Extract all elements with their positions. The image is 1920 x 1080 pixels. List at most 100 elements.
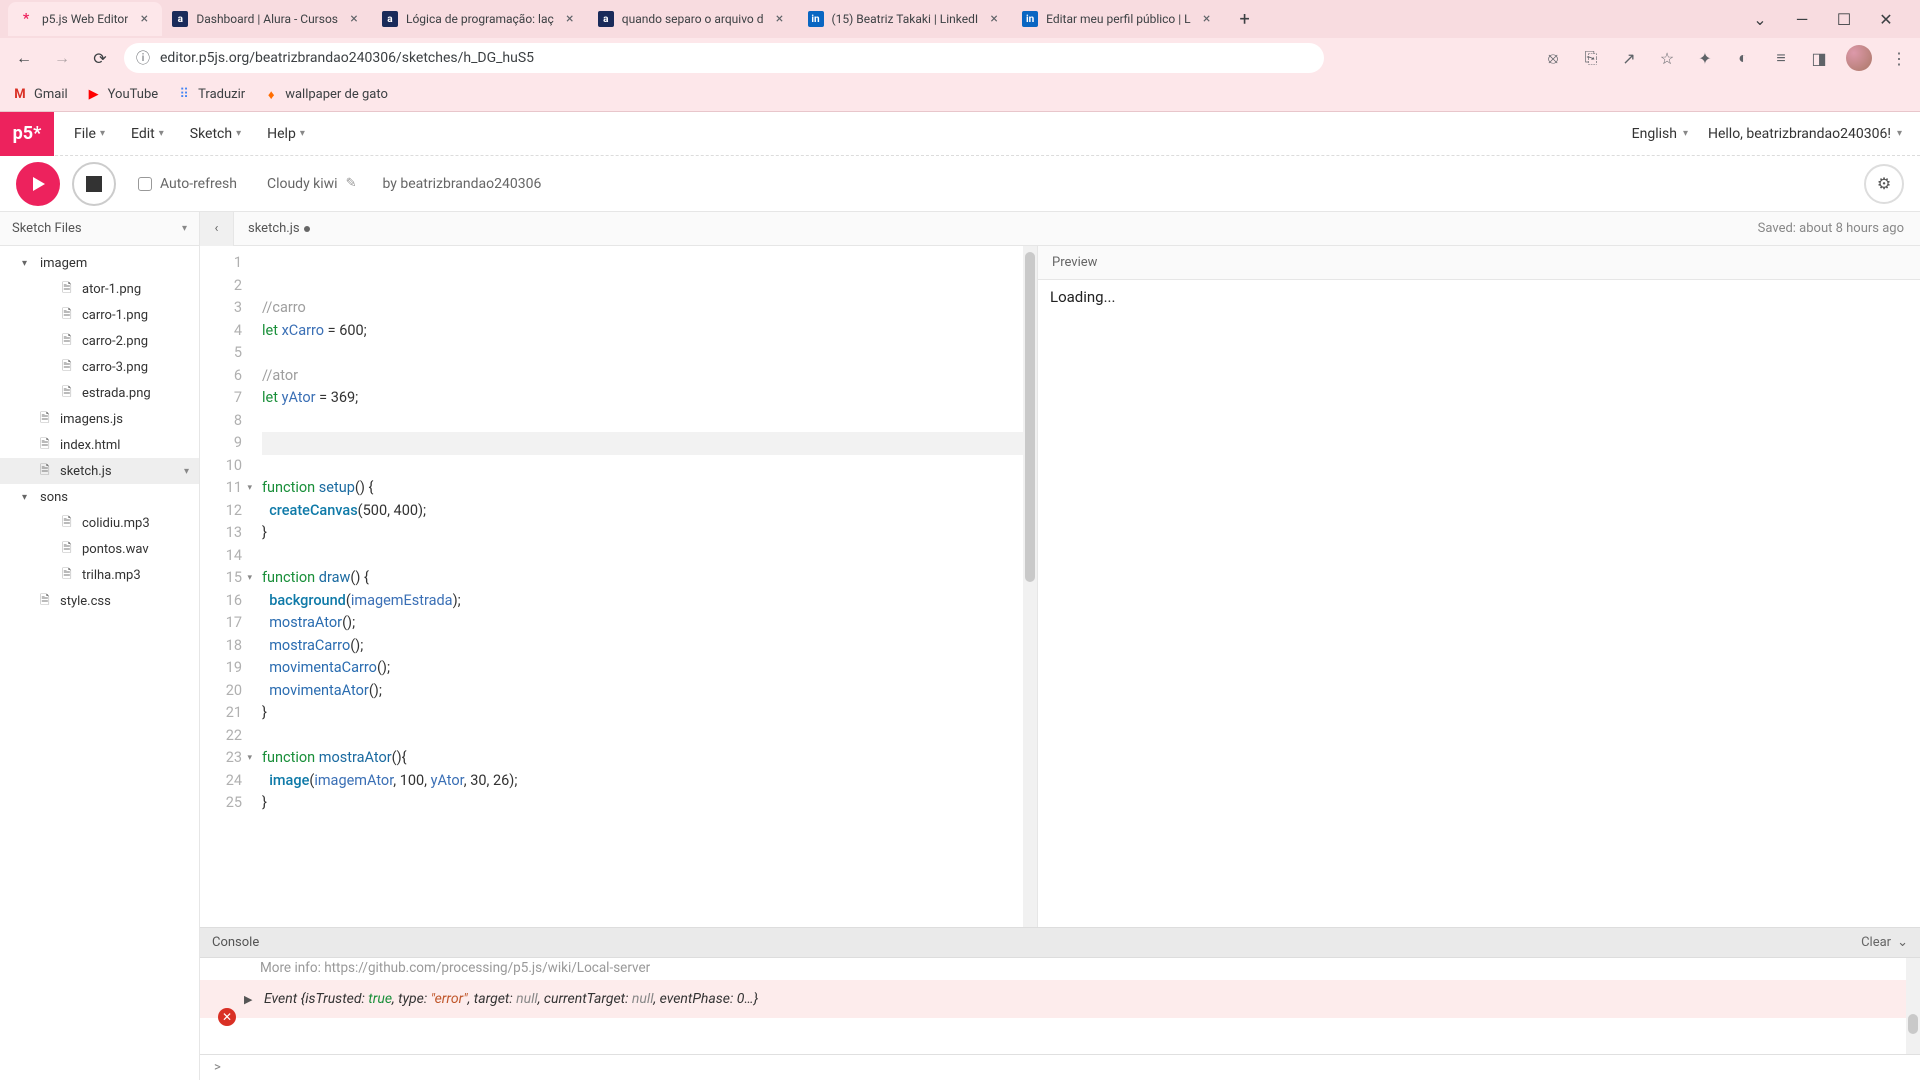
bookmark-item[interactable]: ⠿Traduzir xyxy=(176,87,245,103)
back-button[interactable]: ← xyxy=(10,44,38,72)
maximize-icon[interactable]: ☐ xyxy=(1832,7,1856,31)
close-window-icon[interactable]: ✕ xyxy=(1874,7,1898,31)
close-tab-icon[interactable]: × xyxy=(136,11,152,27)
menu-file[interactable]: File▾ xyxy=(68,122,111,146)
console-header: Console Clear ⌄ xyxy=(200,928,1920,958)
extension-pin-icon[interactable]: ◐ xyxy=(1732,47,1754,69)
console-scrollbar[interactable] xyxy=(1906,958,1920,1054)
kebab-menu-icon[interactable]: ⋮ xyxy=(1888,47,1910,69)
scrollbar-thumb[interactable] xyxy=(1908,1014,1918,1034)
file-row[interactable]: 🗎ator-1.png xyxy=(0,276,199,302)
file-row[interactable]: 🗎 imagens.js xyxy=(0,406,199,432)
bookmark-bar: MGmail ▶YouTube ⠿Traduzir ♦wallpaper de gat… xyxy=(0,78,1920,112)
preview-header: Preview xyxy=(1038,246,1920,280)
settings-button[interactable]: ⚙ xyxy=(1864,164,1904,204)
sidebar-header[interactable]: Sketch Files ▾ xyxy=(0,212,199,246)
gear-icon: ⚙ xyxy=(1877,174,1891,193)
p5-logo[interactable]: p5* xyxy=(0,112,54,156)
side-panel-icon[interactable]: ◨ xyxy=(1808,47,1830,69)
chevron-down-icon[interactable]: ⌄ xyxy=(1748,7,1772,31)
url-field[interactable]: ⓘ editor.p5js.org/beatrizbrandao240306/s… xyxy=(124,43,1324,73)
editor-tab[interactable]: sketch.js xyxy=(234,221,324,236)
console-prompt: > xyxy=(214,1060,221,1075)
browser-tab[interactable]: a quando separo o arquivo d × xyxy=(588,2,798,36)
file-row[interactable]: 🗎trilha.mp3 xyxy=(0,562,199,588)
browser-tab[interactable]: a Dashboard | Alura - Cursos × xyxy=(162,2,372,36)
preview-title: Preview xyxy=(1052,255,1097,270)
scrollbar-thumb[interactable] xyxy=(1025,252,1035,582)
new-tab-button[interactable]: + xyxy=(1231,5,1259,33)
play-button[interactable] xyxy=(16,162,60,206)
file-row[interactable]: 🗎sketch.js▾ xyxy=(0,458,199,484)
file-icon: 🗎 xyxy=(62,565,76,586)
profile-avatar[interactable] xyxy=(1846,45,1872,71)
browser-tab[interactable]: in (15) Beatriz Takaki | LinkedI × xyxy=(798,2,1013,36)
code-editor[interactable]: 1234567891011121314151617181920212223242… xyxy=(200,246,1038,927)
file-icon: 🗎 xyxy=(40,409,54,430)
minimize-icon[interactable]: — xyxy=(1790,7,1814,31)
console-text: , eventPhase: xyxy=(654,991,737,1007)
close-tab-icon[interactable]: × xyxy=(346,11,362,27)
translate-page-icon[interactable]: ⦻ xyxy=(1542,47,1564,69)
file-name: estrada.png xyxy=(82,386,151,401)
file-name: style.css xyxy=(60,594,111,609)
code-content[interactable]: //carrolet xCarro = 600; //atorlet yAtor… xyxy=(248,246,1037,927)
chevron-down-icon: ▾ xyxy=(1683,128,1688,139)
language-selector[interactable]: English ▾ xyxy=(1632,126,1688,142)
console-text: , target: xyxy=(468,991,516,1007)
console-error-message[interactable]: ✕ ▶ Event {isTrusted: true, type: "error… xyxy=(200,980,1920,1018)
forward-button[interactable]: → xyxy=(48,44,76,72)
file-row[interactable]: 🗎carro-2.png xyxy=(0,328,199,354)
file-row[interactable]: 🗎estrada.png xyxy=(0,380,199,406)
file-options-icon[interactable]: ▾ xyxy=(184,466,189,477)
stop-button[interactable] xyxy=(72,162,116,206)
close-tab-icon[interactable]: × xyxy=(772,11,788,27)
close-tab-icon[interactable]: × xyxy=(562,11,578,27)
auto-refresh-toggle[interactable]: Auto-refresh xyxy=(138,176,237,192)
close-tab-icon[interactable]: × xyxy=(1199,11,1215,27)
favicon: a xyxy=(382,11,398,27)
install-icon[interactable]: ⎘ xyxy=(1580,47,1602,69)
byline-user[interactable]: beatrizbrandao240306 xyxy=(400,176,541,192)
project-name[interactable]: Cloudy kiwi ✎ xyxy=(267,176,357,192)
bookmark-item[interactable]: MGmail xyxy=(12,87,68,103)
console-clear-button[interactable]: Clear ⌄ xyxy=(1861,935,1908,950)
tab-title: quando separo o arquivo d xyxy=(622,12,764,26)
console-input[interactable]: > xyxy=(200,1054,1920,1080)
file-row[interactable]: 🗎carro-1.png xyxy=(0,302,199,328)
bookmark-item[interactable]: ♦wallpaper de gato xyxy=(263,87,388,103)
file-row[interactable]: 🗎pontos.wav xyxy=(0,536,199,562)
file-name: imagens.js xyxy=(60,412,123,427)
console-text: , type: xyxy=(392,991,431,1007)
favicon: * xyxy=(18,11,34,27)
file-row[interactable]: 🗎index.html xyxy=(0,432,199,458)
bookmark-star-icon[interactable]: ☆ xyxy=(1656,47,1678,69)
bookmark-label: Traduzir xyxy=(198,87,245,102)
menu-help[interactable]: Help▾ xyxy=(261,122,311,146)
folder-row[interactable]: ▾imagem xyxy=(0,250,199,276)
browser-tab[interactable]: * p5.js Web Editor × xyxy=(8,2,162,36)
console-text: Event xyxy=(264,991,301,1007)
bookmark-label: wallpaper de gato xyxy=(285,87,388,102)
menu-edit[interactable]: Edit▾ xyxy=(125,122,170,146)
reload-button[interactable]: ⟳ xyxy=(86,44,114,72)
file-name: carro-3.png xyxy=(82,360,148,375)
share-icon[interactable]: ↗ xyxy=(1618,47,1640,69)
reading-list-icon[interactable]: ≡ xyxy=(1770,47,1792,69)
editor-scrollbar[interactable] xyxy=(1023,246,1037,927)
expand-icon[interactable]: ▶ xyxy=(244,989,252,1011)
browser-tab[interactable]: a Lógica de programação: laç × xyxy=(372,2,588,36)
folder-row[interactable]: ▾sons xyxy=(0,484,199,510)
bookmark-item[interactable]: ▶YouTube xyxy=(86,87,159,103)
user-greeting[interactable]: Hello, beatrizbrandao240306! ▾ xyxy=(1708,126,1902,142)
menu-sketch[interactable]: Sketch▾ xyxy=(184,122,247,146)
close-tab-icon[interactable]: × xyxy=(986,11,1002,27)
browser-tab[interactable]: in Editar meu perfil público | L × xyxy=(1012,2,1224,36)
collapse-sidebar-button[interactable]: ‹ xyxy=(200,212,234,246)
extensions-icon[interactable]: ✦ xyxy=(1694,47,1716,69)
preview-body: Loading... xyxy=(1038,280,1920,927)
file-row[interactable]: 🗎style.css xyxy=(0,588,199,614)
file-row[interactable]: 🗎colidiu.mp3 xyxy=(0,510,199,536)
file-row[interactable]: 🗎carro-3.png xyxy=(0,354,199,380)
project-name-text: Cloudy kiwi xyxy=(267,176,338,192)
